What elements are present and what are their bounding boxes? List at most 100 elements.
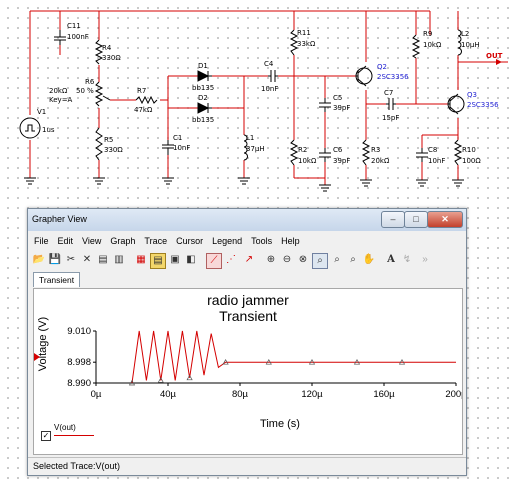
x-axis-label: Time (s) [260,418,300,430]
legend-checkbox[interactable]: ✓ [41,431,51,441]
markers-icon[interactable]: ⋰ [224,253,238,267]
y-tick-label: 8.990 [67,378,91,389]
legend-label[interactable]: V(out) [54,423,76,432]
zoom-x-icon[interactable]: ⌕ [312,253,328,269]
menu-cursor[interactable]: Cursor [170,233,206,246]
window-titlebar[interactable]: Grapher View – □ ✕ [28,209,466,231]
line-style-icon[interactable]: ⟋ [206,253,222,269]
r5-value: 330Ω [104,146,123,154]
r11-value: 33kΩ [297,40,316,48]
x-tick-label: 120µ [301,389,323,400]
tab-transient[interactable]: Transient [33,272,81,287]
menu-tools[interactable]: Tools [245,233,275,246]
c5-value: 39pF [333,104,350,112]
q3-value: 2SC3356 [467,101,499,109]
pan-icon[interactable]: ✋ [362,253,376,267]
r2-name: R2 [298,146,307,154]
open-icon[interactable]: 📂 [32,253,46,267]
r6-value: 20kΩ [49,87,68,95]
r2-value: 10kΩ [298,157,317,165]
x-tick-label: 160µ [373,389,395,400]
y-tick-label: 9.010 [67,326,91,337]
clipboard-icon[interactable]: ▥ [112,253,126,267]
r9-value: 10kΩ [423,41,442,49]
font-icon[interactable]: A [384,253,398,267]
plot-area: 0µ 40µ 80µ 120µ 160µ 200µ 9.010 8.998 8.990 [67,326,462,400]
zoom-area-icon[interactable]: ⌕ [346,253,360,267]
toolbar: 📂 💾 ✂ ✕ ▤ ▥ ▦ ▤ ▣ ◧ ⟋ ⋰ ↗ ⊕ ⊖ ⊗ ⌕ ⌕ ⌕ ✋ … [28,251,466,271]
zoom-out-icon[interactable]: ⊖ [280,253,294,267]
trace-line-vout [131,330,456,384]
l2-name: L2 [461,30,469,38]
zoom-fit-icon[interactable]: ⊗ [296,253,310,267]
cut-icon[interactable]: ✂ [64,253,78,267]
component-labels: C11 100nF R4 330Ω R6 20kΩ 50 % Key=A V1 … [37,22,499,165]
x-tick-label: 200µ [445,389,462,400]
toggle-cursor-icon[interactable]: ↗ [242,253,256,267]
more-tools-icon[interactable]: » [418,253,432,267]
menu-help[interactable]: Help [275,233,303,246]
chart-subtitle: Transient [219,308,277,324]
c4-name: C4 [264,60,274,68]
status-text: Selected Trace:V(out) [33,461,121,471]
c11-name: C11 [67,22,81,30]
q2-value: 2SC3356 [377,73,409,81]
c1-name: C1 [173,134,182,142]
auto-color-icon[interactable]: ↯ [400,253,414,267]
menu-file[interactable]: File [28,233,52,246]
r4-name: R4 [102,44,112,52]
r9-name: R9 [423,30,432,38]
d2-value: bb135 [192,116,214,124]
x-tick-label: 80µ [232,389,249,400]
d1-name: D1 [198,62,208,70]
paste-icon[interactable]: ▤ [96,253,110,267]
c6-name: C6 [333,146,343,154]
l1-value: 37µH [246,145,265,153]
r6-percent: 50 % [76,87,94,95]
c7-name: C7 [384,89,393,97]
r6-key: Key=A [49,96,73,104]
menu-legend[interactable]: Legend [206,233,245,246]
zoom-y-icon[interactable]: ⌕ [330,253,344,267]
overlay-icon[interactable]: ◧ [184,253,198,267]
c8-value: 10nF [428,157,445,165]
save-icon[interactable]: 💾 [48,253,62,267]
menu-view[interactable]: View [76,233,104,246]
v1-value: 1us [42,126,55,134]
plot-panel[interactable]: radio jammer Transient Voltage (V) Time … [33,288,463,455]
menu-edit[interactable]: Edit [52,233,77,246]
r10-value: 100Ω [462,157,481,165]
r4-value: 330Ω [102,54,121,62]
copy-graph-icon[interactable]: ▣ [168,253,182,267]
copy-icon[interactable]: ✕ [80,253,94,267]
c1-value: 10nF [173,144,190,152]
status-bar: Selected Trace:V(out) [28,457,466,475]
d2-name: D2 [198,94,208,102]
r3-name: R3 [371,146,380,154]
r10-name: R10 [462,146,476,154]
minimize-button[interactable]: – [381,211,405,228]
legend-icon[interactable]: ▤ [150,253,166,269]
q2-name: Q2 [377,63,387,71]
menu-graph[interactable]: Graph [104,233,138,246]
x-tick-label: 0µ [91,389,102,400]
grid-icon[interactable]: ▦ [134,253,148,267]
close-button[interactable]: ✕ [427,211,463,228]
y-tick-label: 8.998 [67,357,91,368]
menu-trace[interactable]: Trace [138,233,170,246]
r5-name: R5 [104,136,113,144]
r7-value: 47kΩ [134,106,153,114]
zoom-in-icon[interactable]: ⊕ [264,253,278,267]
q3-name: Q3 [467,91,477,99]
y-axis-label: Voltage (V) [37,317,49,371]
maximize-button[interactable]: □ [404,211,428,228]
circuit-schematic: OUT C11 100nF R4 330Ω R6 20kΩ 50 % Key=A… [19,10,508,192]
c11-value: 100nF [67,33,89,41]
l2-value: 10µH [461,41,480,49]
c5-name: C5 [333,94,342,102]
chart-title: radio jammer [207,292,289,308]
window-title: Grapher View [32,214,87,224]
c6-value: 39pF [333,157,350,165]
r11-name: R11 [297,29,311,37]
r7-name: R7 [137,87,146,95]
